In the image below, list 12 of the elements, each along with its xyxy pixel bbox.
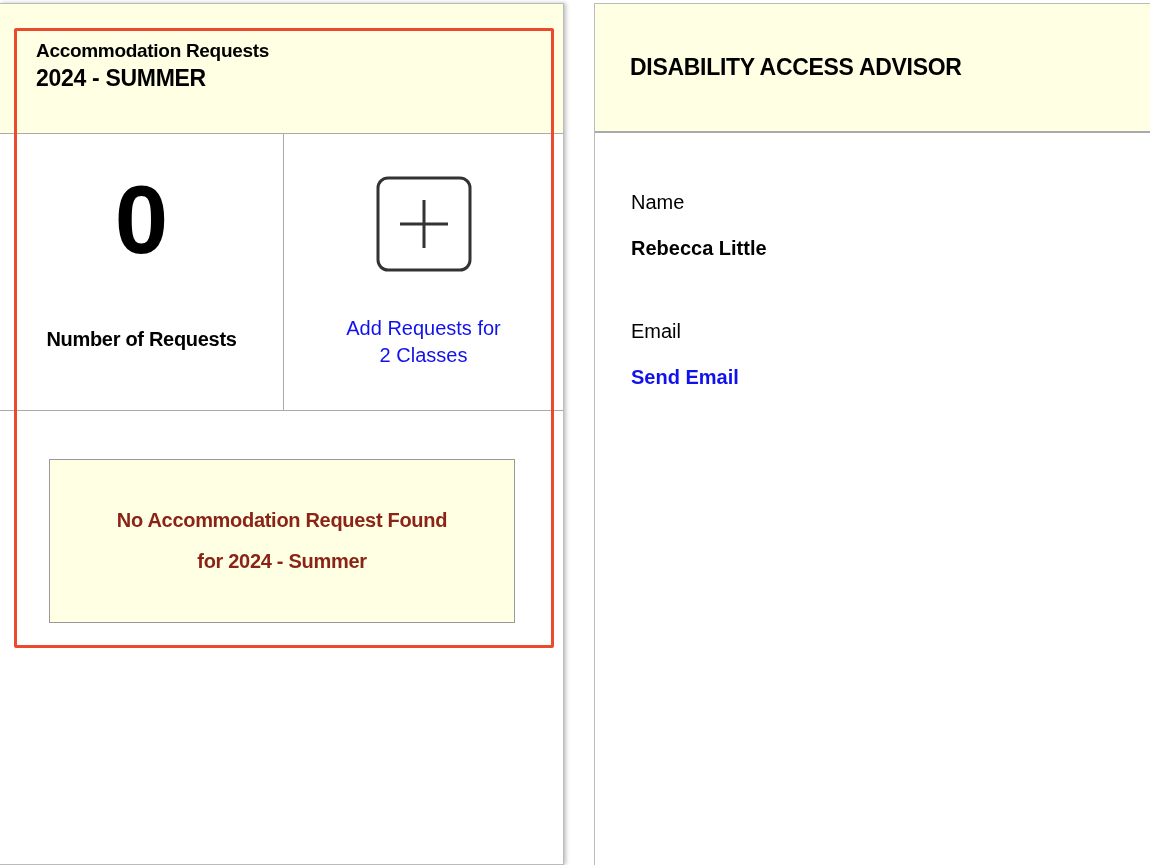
empty-message: No Accommodation Request Found for 2024 - Summer bbox=[49, 459, 515, 623]
term-label: 2024 - SUMMER bbox=[36, 65, 207, 92]
card-title: Accommodation Requests bbox=[36, 40, 271, 62]
send-email-link[interactable]: Send Email bbox=[631, 366, 739, 389]
panel-title: DISABILITY ACCESS ADVISOR bbox=[595, 4, 1150, 133]
request-count: 0 bbox=[114, 172, 169, 268]
field-value: Rebecca Little bbox=[631, 237, 768, 260]
field-label: Email bbox=[631, 320, 682, 343]
field-label: Name bbox=[631, 191, 686, 214]
count-label: Number of Requests bbox=[46, 328, 237, 351]
add-requests-link[interactable]: Add Requests for 2 Classes bbox=[343, 315, 504, 369]
add-icon[interactable] bbox=[375, 176, 472, 272]
